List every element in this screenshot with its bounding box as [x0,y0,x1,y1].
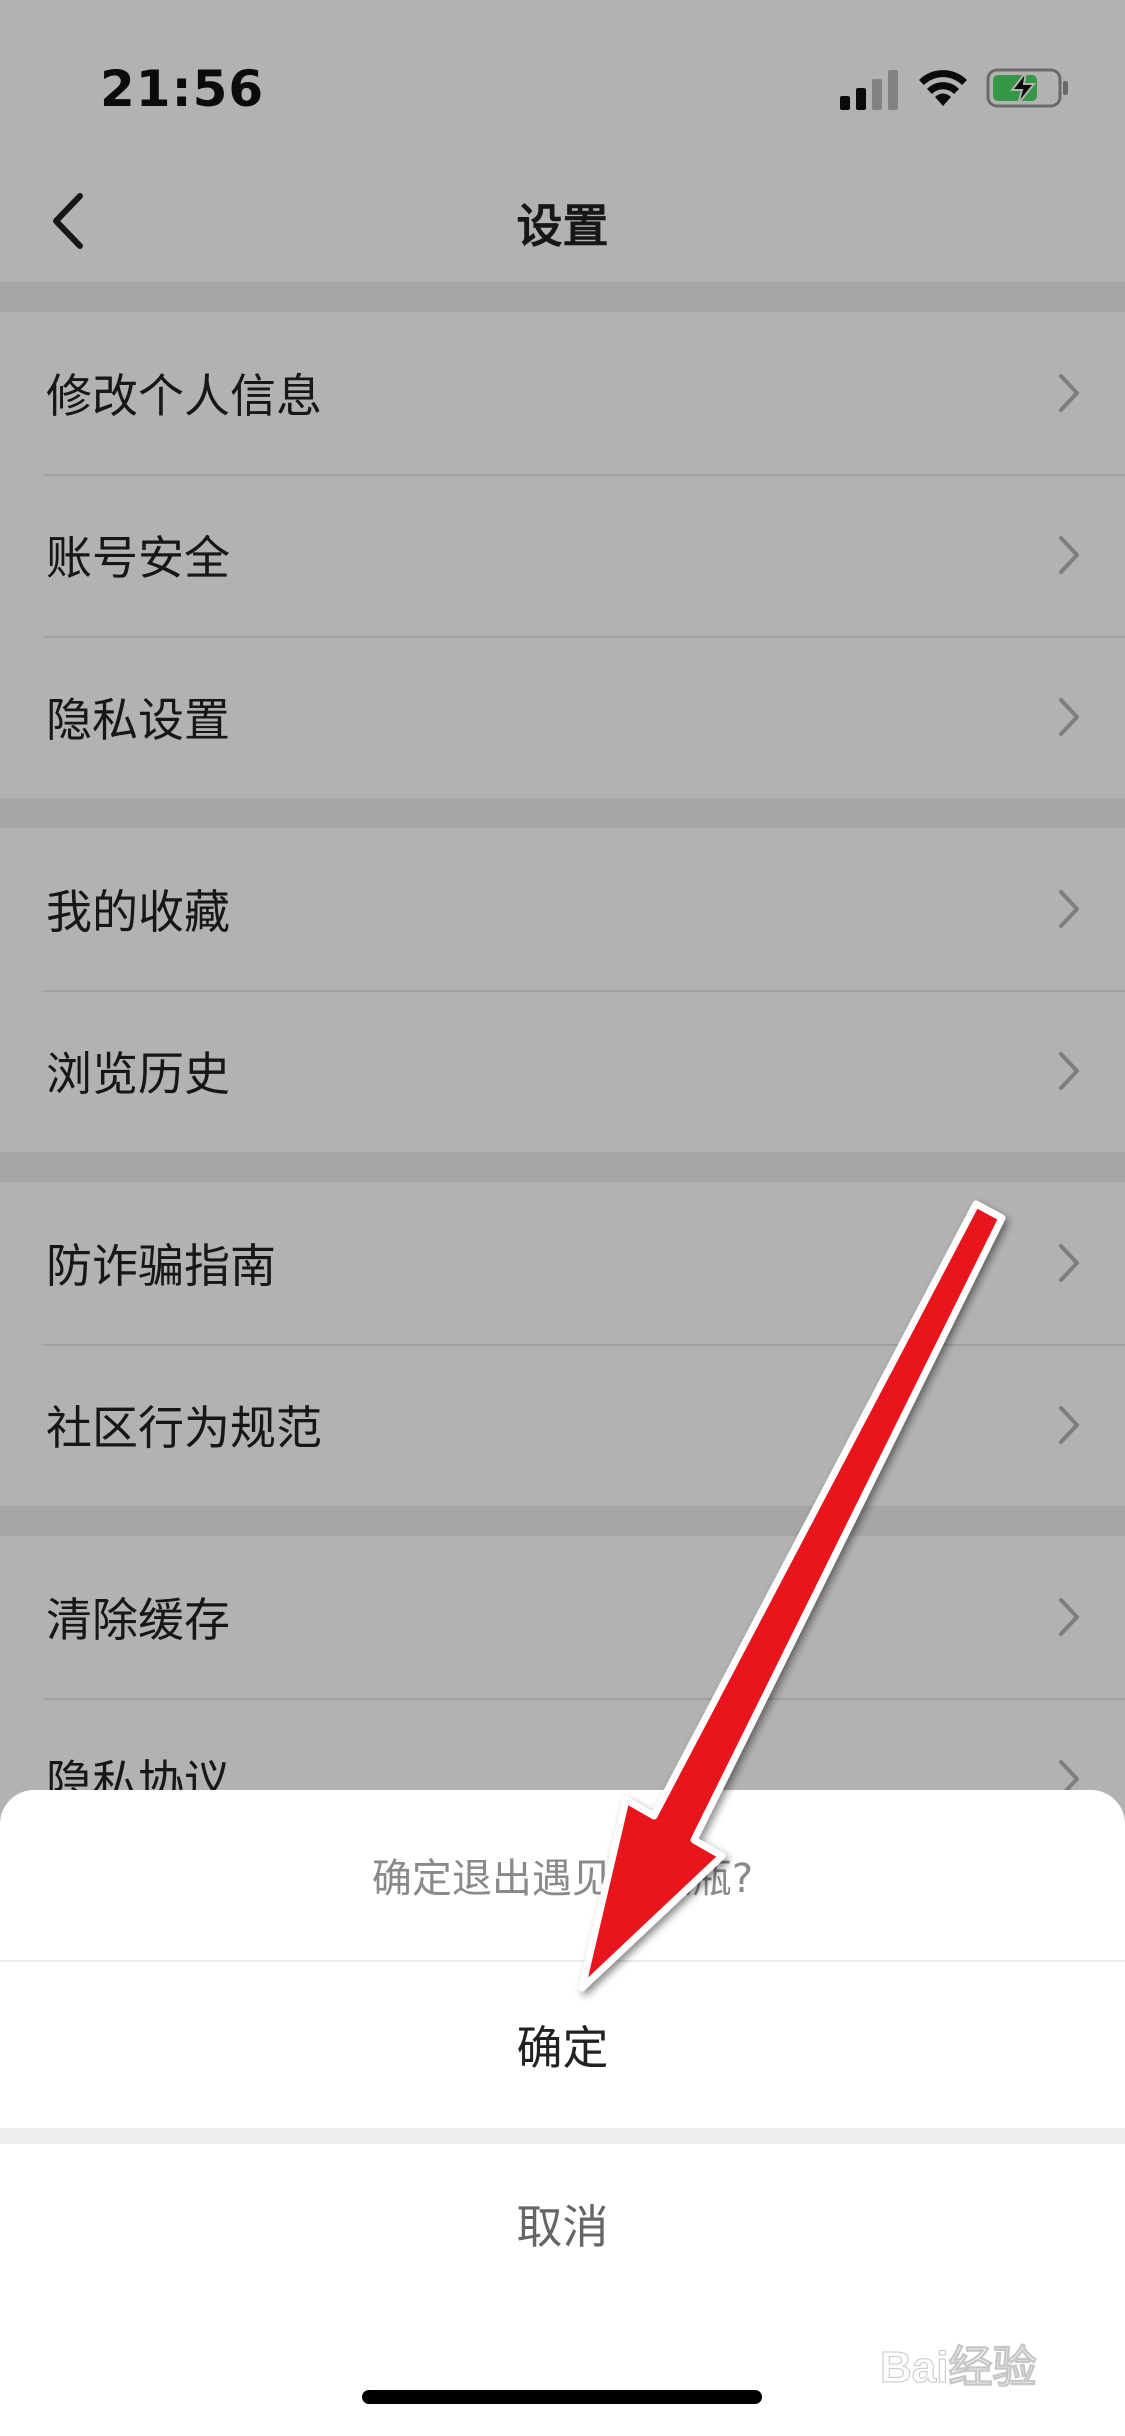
baidu-jingyan-watermark: Bai经验 jingyan.baidu.com [880,2315,1037,2410]
watermark-text: Bai经验 [880,2343,1036,2392]
cancel-button[interactable]: 取消 [0,2144,1125,2304]
home-indicator[interactable] [362,2390,762,2404]
sheet-separator [0,2128,1125,2144]
watermark-subtext: jingyan.baidu.com [899,2393,1029,2410]
confirm-button[interactable]: 确定 [0,1962,1125,2128]
logout-prompt: 确定退出遇见漂流瓶? [371,1856,754,1902]
